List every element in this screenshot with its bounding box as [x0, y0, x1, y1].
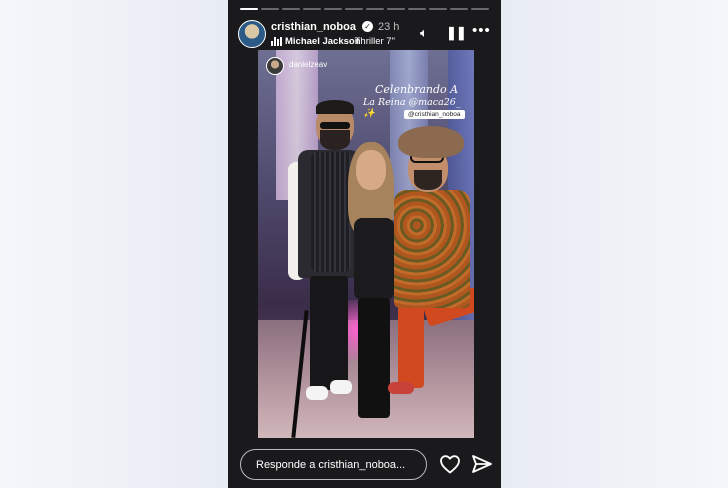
heart-icon[interactable] [438, 452, 462, 476]
person-right-shoe [388, 382, 414, 394]
song-title[interactable]: · Thriller 7" [349, 36, 395, 47]
username[interactable]: cristhian_noboa [271, 21, 356, 33]
reply-input[interactable]: Responde a cristhian_noboa... [240, 449, 427, 480]
pause-icon[interactable]: ❚❚ [446, 25, 467, 41]
story-progress-bar [240, 8, 489, 11]
person-left-vest [311, 152, 351, 272]
progress-segment [324, 8, 342, 10]
left-background [0, 0, 228, 488]
tagged-user-avatar[interactable] [266, 57, 284, 75]
story-header: cristhian_noboa ✓ 23 h Michael Jackson ·… [238, 18, 491, 50]
person-left-shoe [330, 380, 352, 394]
story-photo[interactable]: danielzeav Celenbrando A La Reina @maca2… [258, 50, 474, 438]
person-left-hair [316, 100, 354, 114]
person-left-shoe [306, 386, 328, 400]
tagged-username[interactable]: danielzeav [289, 60, 327, 69]
person-center-legs [358, 298, 390, 418]
person-right-hat [398, 126, 464, 158]
person-right-leg [398, 304, 424, 388]
progress-segment [282, 8, 300, 10]
progress-segment [387, 8, 405, 10]
progress-segment [429, 8, 447, 10]
person-center-body [354, 218, 394, 300]
progress-segment [345, 8, 363, 10]
progress-segment [471, 8, 489, 10]
reply-placeholder: Responde a cristhian_noboa... [256, 459, 406, 471]
person-right-shirt [394, 190, 470, 308]
music-bars-icon [271, 37, 283, 46]
profile-avatar[interactable] [238, 20, 266, 48]
person-left-legs [310, 276, 348, 390]
mention-sticker[interactable]: @cristhian_noboa [404, 110, 465, 119]
person-left-sunglasses [320, 122, 350, 129]
send-icon[interactable] [470, 452, 494, 476]
progress-segment [366, 8, 384, 10]
volume-icon[interactable]: 🔈︎ [420, 25, 428, 41]
person-center-head [356, 150, 386, 190]
progress-segment [450, 8, 468, 10]
right-background [501, 0, 728, 488]
person-right-beard [414, 170, 442, 190]
person-left-beard [320, 130, 350, 150]
progress-segment [408, 8, 426, 10]
more-options-icon[interactable]: ••• [472, 22, 491, 39]
progress-segment [240, 8, 258, 10]
verified-badge-icon: ✓ [362, 21, 373, 32]
caption-line-1: Celenbrando A [375, 83, 459, 96]
story-viewer[interactable]: cristhian_noboa ✓ 23 h Michael Jackson ·… [228, 0, 501, 488]
post-time: 23 h [378, 21, 400, 33]
progress-segment [303, 8, 321, 10]
progress-segment [261, 8, 279, 10]
